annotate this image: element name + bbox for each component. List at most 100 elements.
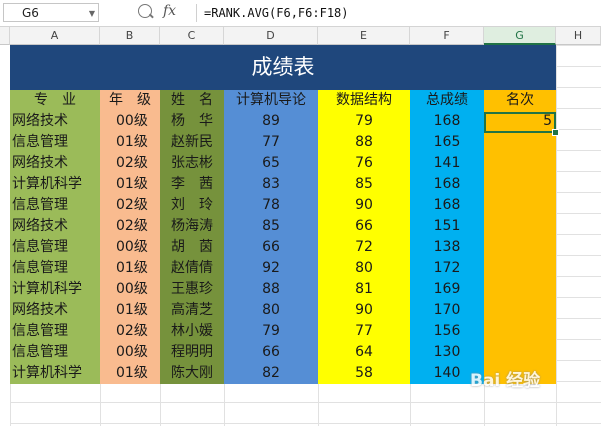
table-cell-total[interactable]: 156 <box>410 321 484 342</box>
table-cell-intro[interactable]: 66 <box>224 342 318 363</box>
table-cell-rank[interactable] <box>484 132 556 153</box>
column-header-b[interactable]: B <box>100 27 160 45</box>
table-cell-name[interactable]: 王惠珍 <box>160 279 224 300</box>
table-cell-major[interactable]: 信息管理 <box>10 132 100 153</box>
table-cell-major[interactable]: 计算机科学 <box>10 174 100 195</box>
table-cell-intro[interactable]: 88 <box>224 279 318 300</box>
name-box[interactable]: G6 ▼ <box>3 3 99 22</box>
table-cell-rank[interactable] <box>484 195 556 216</box>
table-cell-grade[interactable]: 02级 <box>100 195 160 216</box>
table-cell-ds[interactable]: 90 <box>318 195 410 216</box>
table-cell-name[interactable]: 陈大刚 <box>160 363 224 384</box>
table-cell-ds[interactable]: 58 <box>318 363 410 384</box>
chevron-down-icon[interactable]: ▼ <box>89 4 95 23</box>
header-cell-name[interactable]: 姓 名 <box>160 90 224 111</box>
table-cell-grade[interactable]: 00级 <box>100 279 160 300</box>
table-cell-intro[interactable]: 65 <box>224 153 318 174</box>
table-cell-grade[interactable]: 01级 <box>100 300 160 321</box>
table-cell-rank[interactable] <box>484 321 556 342</box>
select-all-corner[interactable] <box>0 27 10 45</box>
table-cell-rank[interactable] <box>484 258 556 279</box>
table-cell-intro[interactable]: 85 <box>224 216 318 237</box>
table-cell-major[interactable]: 网络技术 <box>10 300 100 321</box>
table-cell-rank[interactable] <box>484 279 556 300</box>
header-cell-rank[interactable]: 名次 <box>484 90 556 111</box>
table-cell-total[interactable]: 172 <box>410 258 484 279</box>
column-header-d[interactable]: D <box>224 27 318 45</box>
table-cell-major[interactable]: 网络技术 <box>10 153 100 174</box>
table-cell-intro[interactable]: 78 <box>224 195 318 216</box>
table-cell-ds[interactable]: 76 <box>318 153 410 174</box>
table-cell-intro[interactable]: 79 <box>224 321 318 342</box>
table-cell-major[interactable]: 信息管理 <box>10 258 100 279</box>
table-cell-grade[interactable]: 01级 <box>100 258 160 279</box>
column-header-a[interactable]: A <box>10 27 100 45</box>
table-cell-rank[interactable] <box>484 174 556 195</box>
header-cell-total[interactable]: 总成绩 <box>410 90 484 111</box>
table-cell-total[interactable]: 168 <box>410 111 484 132</box>
table-cell-total[interactable]: 168 <box>410 195 484 216</box>
table-cell-name[interactable]: 李 茜 <box>160 174 224 195</box>
table-cell-grade[interactable]: 02级 <box>100 321 160 342</box>
table-cell-major[interactable]: 信息管理 <box>10 342 100 363</box>
table-cell-total[interactable]: 165 <box>410 132 484 153</box>
table-cell-ds[interactable]: 88 <box>318 132 410 153</box>
column-header-f[interactable]: F <box>410 27 484 45</box>
selected-cell-outline[interactable] <box>484 112 556 133</box>
fx-icon[interactable]: fx <box>163 3 176 19</box>
table-cell-ds[interactable]: 79 <box>318 111 410 132</box>
header-cell-grade[interactable]: 年 级 <box>100 90 160 111</box>
table-cell-ds[interactable]: 80 <box>318 258 410 279</box>
table-cell-grade[interactable]: 00级 <box>100 237 160 258</box>
table-cell-intro[interactable]: 77 <box>224 132 318 153</box>
table-cell-grade[interactable]: 00级 <box>100 342 160 363</box>
table-cell-intro[interactable]: 66 <box>224 237 318 258</box>
header-cell-intro[interactable]: 计算机导论 <box>224 90 318 111</box>
column-header-c[interactable]: C <box>160 27 224 45</box>
table-cell-total[interactable]: 141 <box>410 153 484 174</box>
table-cell-total[interactable]: 170 <box>410 300 484 321</box>
table-cell-total[interactable]: 169 <box>410 279 484 300</box>
table-cell-major[interactable]: 网络技术 <box>10 111 100 132</box>
table-cell-intro[interactable]: 80 <box>224 300 318 321</box>
sheet-title[interactable]: 成绩表 <box>10 45 556 90</box>
column-header-e[interactable]: E <box>318 27 410 45</box>
table-cell-rank[interactable] <box>484 153 556 174</box>
table-cell-rank[interactable] <box>484 237 556 258</box>
zoom-icon[interactable] <box>138 4 152 18</box>
table-cell-name[interactable]: 杨海涛 <box>160 216 224 237</box>
table-cell-name[interactable]: 高清芝 <box>160 300 224 321</box>
column-header-h[interactable]: H <box>556 27 601 45</box>
table-cell-major[interactable]: 网络技术 <box>10 216 100 237</box>
table-cell-ds[interactable]: 64 <box>318 342 410 363</box>
table-cell-grade[interactable]: 02级 <box>100 153 160 174</box>
table-cell-major[interactable]: 信息管理 <box>10 195 100 216</box>
table-cell-rank[interactable] <box>484 342 556 363</box>
table-cell-ds[interactable]: 90 <box>318 300 410 321</box>
table-cell-name[interactable]: 赵倩倩 <box>160 258 224 279</box>
table-cell-intro[interactable]: 82 <box>224 363 318 384</box>
table-cell-total[interactable]: 130 <box>410 342 484 363</box>
table-cell-intro[interactable]: 92 <box>224 258 318 279</box>
table-cell-name[interactable]: 杨 华 <box>160 111 224 132</box>
table-cell-major[interactable]: 计算机科学 <box>10 279 100 300</box>
table-cell-major[interactable]: 信息管理 <box>10 321 100 342</box>
table-cell-rank[interactable] <box>484 300 556 321</box>
table-cell-name[interactable]: 刘 玲 <box>160 195 224 216</box>
table-cell-ds[interactable]: 72 <box>318 237 410 258</box>
table-cell-name[interactable]: 张志彬 <box>160 153 224 174</box>
table-cell-name[interactable]: 赵新民 <box>160 132 224 153</box>
table-cell-total[interactable]: 138 <box>410 237 484 258</box>
table-cell-rank[interactable] <box>484 216 556 237</box>
table-cell-grade[interactable]: 01级 <box>100 132 160 153</box>
table-cell-name[interactable]: 胡 茵 <box>160 237 224 258</box>
table-cell-grade[interactable]: 01级 <box>100 363 160 384</box>
table-cell-ds[interactable]: 85 <box>318 174 410 195</box>
table-cell-grade[interactable]: 01级 <box>100 174 160 195</box>
formula-input[interactable]: =RANK.AVG(F6,F6:F18) <box>204 3 349 23</box>
table-cell-grade[interactable]: 00级 <box>100 111 160 132</box>
table-cell-total[interactable]: 168 <box>410 174 484 195</box>
table-cell-major[interactable]: 信息管理 <box>10 237 100 258</box>
table-cell-major[interactable]: 计算机科学 <box>10 363 100 384</box>
table-cell-ds[interactable]: 77 <box>318 321 410 342</box>
